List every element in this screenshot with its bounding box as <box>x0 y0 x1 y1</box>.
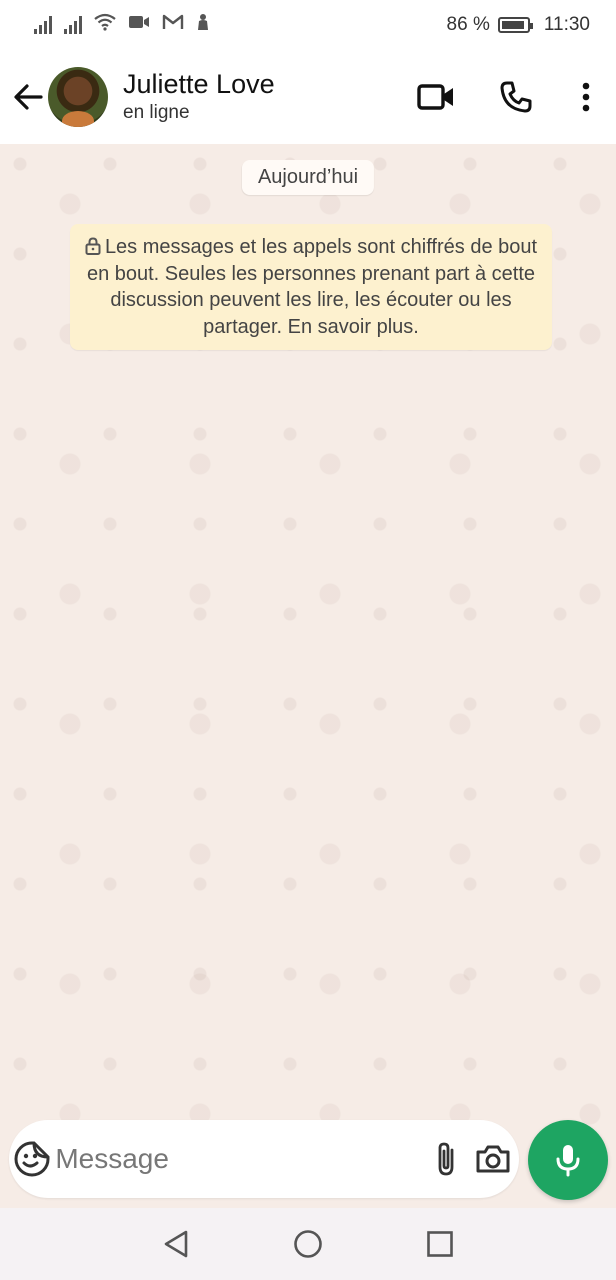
video-call-icon <box>417 84 453 110</box>
signal-icon <box>34 16 52 34</box>
status-right: 86 % 11:30 <box>447 14 590 36</box>
nav-recents-button[interactable] <box>410 1214 470 1274</box>
attach-button[interactable] <box>426 1120 466 1198</box>
back-arrow-icon <box>14 84 43 110</box>
gmail-icon <box>162 14 184 36</box>
camera-icon <box>476 1145 510 1173</box>
more-vert-icon <box>582 82 590 112</box>
sticker-icon <box>14 1141 50 1177</box>
recents-square-icon <box>427 1231 453 1257</box>
system-navigation-bar <box>0 1208 616 1280</box>
more-options-button[interactable] <box>556 50 616 144</box>
camera-button[interactable] <box>466 1120 519 1198</box>
nav-home-button[interactable] <box>278 1214 338 1274</box>
notification-icon <box>196 13 210 37</box>
clock: 11:30 <box>543 14 590 35</box>
encryption-notice-text: Les messages et les appels sont chiffrés… <box>86 236 538 338</box>
back-triangle-icon <box>164 1230 188 1258</box>
video-status-icon <box>128 14 150 36</box>
date-chip: Aujourd’hui <box>241 160 375 195</box>
contact-name: Juliette Love <box>123 69 275 99</box>
chat-area[interactable]: Aujourd’hui Les messages et les appels s… <box>0 144 616 1208</box>
signal-icon-2 <box>64 16 82 34</box>
wifi-icon <box>94 13 116 37</box>
mic-icon <box>556 1145 580 1177</box>
home-circle-icon <box>294 1230 322 1258</box>
voice-call-button[interactable] <box>476 50 556 144</box>
battery-icon <box>497 17 533 33</box>
chat-header: Juliette Love en ligne <box>0 50 616 144</box>
battery-percent: 86 % <box>446 14 490 35</box>
voice-message-button[interactable] <box>528 1120 608 1200</box>
header-actions <box>396 50 616 144</box>
encryption-notice[interactable]: Les messages et les appels sont chiffrés… <box>70 224 552 350</box>
contact-status: en ligne <box>123 102 190 123</box>
message-composer <box>9 1120 519 1198</box>
nav-back-button[interactable] <box>146 1214 206 1274</box>
lock-icon <box>85 237 101 255</box>
sticker-button[interactable] <box>9 1120 55 1198</box>
contact-avatar[interactable] <box>48 67 108 127</box>
attach-icon <box>438 1142 454 1176</box>
phone-icon <box>500 81 532 113</box>
contact-info[interactable]: Juliette Love en ligne <box>123 68 275 126</box>
status-left-icons <box>34 13 210 37</box>
message-input[interactable] <box>55 1129 417 1189</box>
status-bar: 86 % 11:30 <box>0 0 616 50</box>
video-call-button[interactable] <box>396 50 476 144</box>
